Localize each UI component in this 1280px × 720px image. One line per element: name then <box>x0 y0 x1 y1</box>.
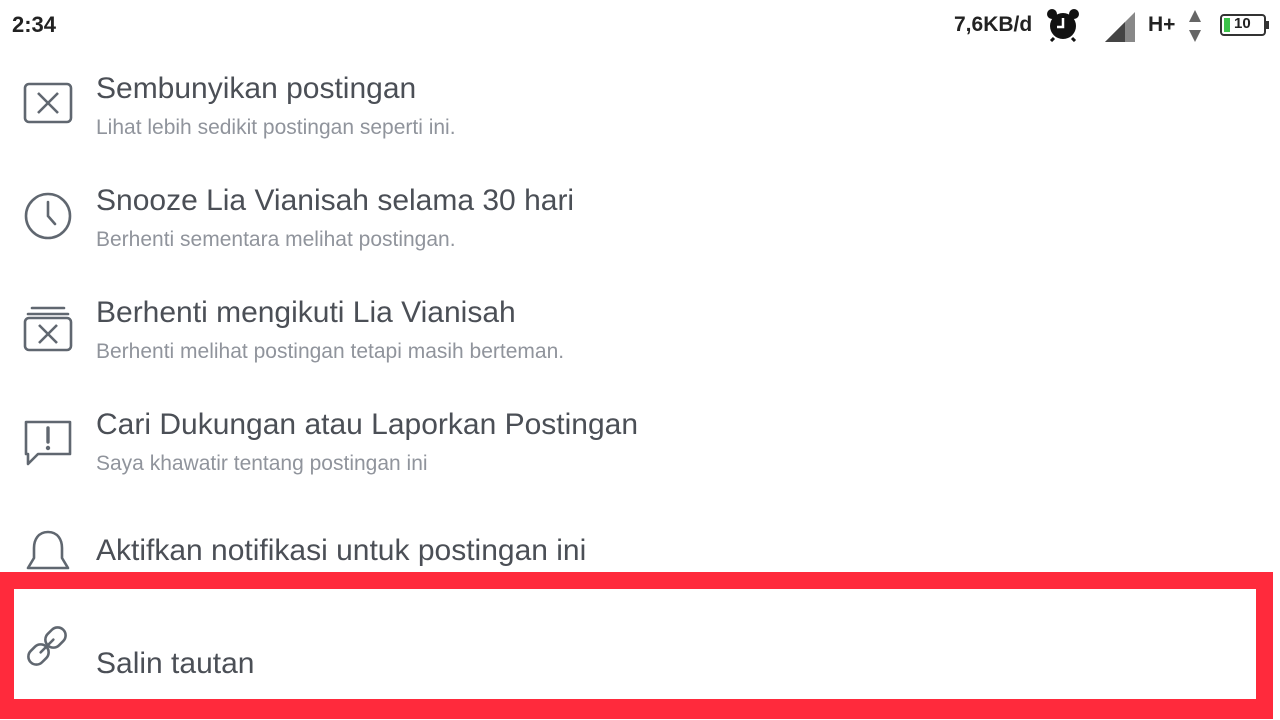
signal-icon <box>1105 12 1135 42</box>
menu-item-title: Berhenti mengikuti Lia Vianisah <box>96 296 516 329</box>
link-icon <box>27 626 67 666</box>
status-network-speed: 7,6KB/d <box>954 13 1033 36</box>
clock-icon <box>24 192 72 240</box>
menu-item-report[interactable]: Cari Dukungan atau Laporkan Postingan Sa… <box>0 402 1280 488</box>
menu-item-snooze[interactable]: Snooze Lia Vianisah selama 30 hari Berhe… <box>0 178 1280 264</box>
battery-level: 10 <box>1234 15 1251 32</box>
bell-icon <box>26 530 70 574</box>
alarm-clock-icon <box>1047 9 1079 42</box>
unfollow-x-stack-icon <box>23 306 73 352</box>
menu-item-title: Cari Dukungan atau Laporkan Postingan <box>96 408 639 441</box>
hide-x-box-icon <box>23 82 73 124</box>
menu-item-hide-post[interactable]: Sembunyikan postingan Lihat lebih sediki… <box>0 66 1280 152</box>
report-exclamation-icon <box>24 420 72 466</box>
status-network-type: H+ <box>1148 13 1176 36</box>
screen: 2:34 7,6KB/d H+ 10 Sembunyikan postingan… <box>0 0 1280 720</box>
menu-item-unfollow[interactable]: Berhenti mengikuti Lia Vianisah Berhenti… <box>0 290 1280 376</box>
data-arrows-icon <box>1189 10 1201 42</box>
menu-item-title: Sembunyikan postingan <box>96 72 417 105</box>
menu-item-title: Aktifkan notifikasi untuk postingan ini <box>96 534 587 567</box>
menu-item-subtitle: Berhenti melihat postingan tetapi masih … <box>96 340 565 363</box>
menu-item-title: Salin tautan <box>96 647 255 680</box>
menu-item-subtitle: Saya khawatir tentang postingan ini <box>96 452 428 475</box>
menu-item-title: Snooze Lia Vianisah selama 30 hari <box>96 184 575 217</box>
menu-item-subtitle: Berhenti sementara melihat postingan. <box>96 228 456 251</box>
menu-item-notifications[interactable]: Aktifkan notifikasi untuk postingan ini <box>0 520 1280 574</box>
status-bar: 2:34 7,6KB/d H+ 10 <box>0 0 1280 52</box>
highlight-frame: Salin tautan <box>0 572 1273 719</box>
status-time: 2:34 <box>12 12 57 37</box>
menu-item-subtitle: Lihat lebih sedikit postingan seperti in… <box>96 116 456 139</box>
menu-item-copy-link[interactable]: Salin tautan <box>14 589 1256 699</box>
